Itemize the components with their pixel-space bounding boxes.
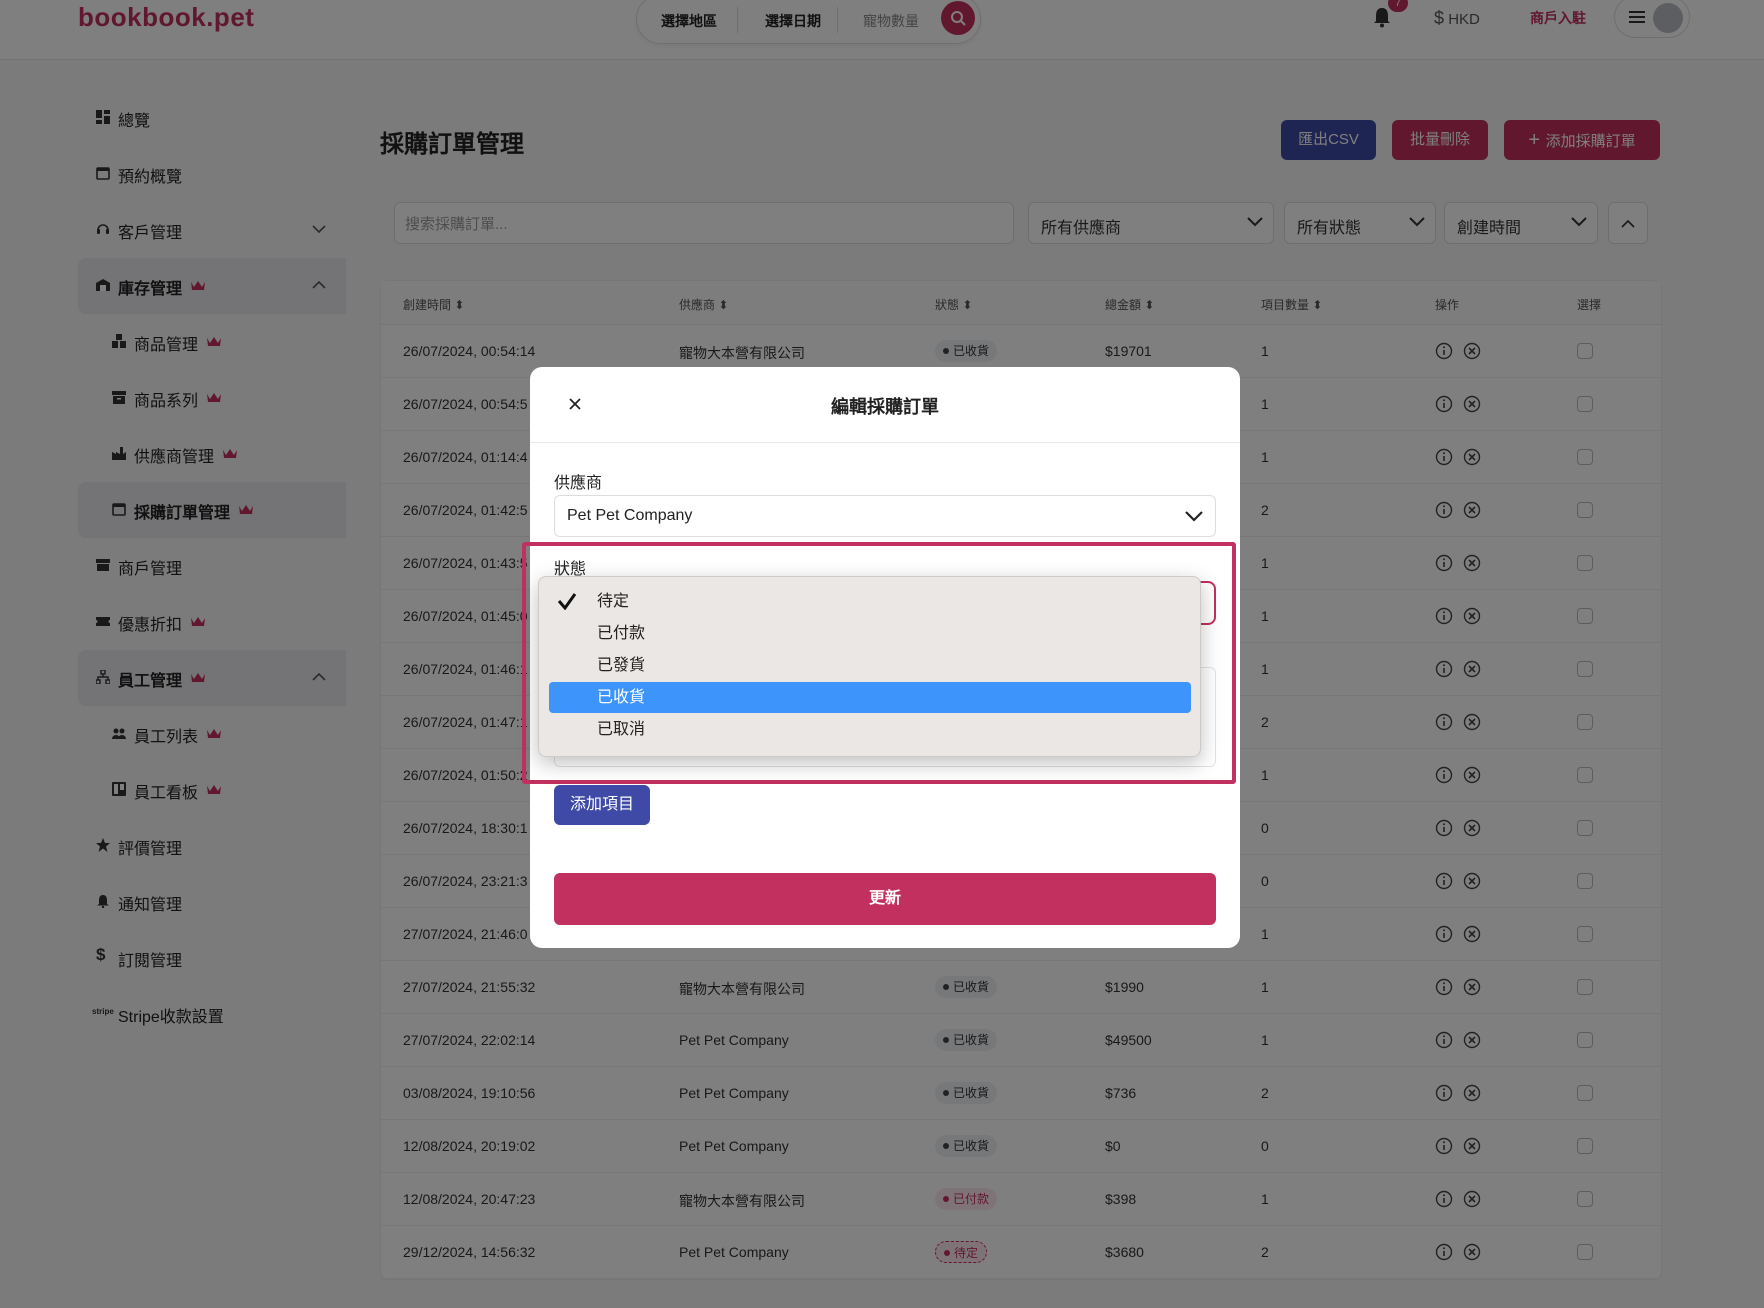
status-option-cancelled[interactable]: 已取消: [549, 714, 1191, 745]
status-option-received[interactable]: 已收貨: [549, 682, 1191, 713]
status-option-label: 已取消: [597, 721, 646, 738]
status-option-label: 已發貨: [597, 657, 646, 674]
chevron-down-icon: [1185, 511, 1203, 522]
status-option-label: 已付款: [597, 625, 646, 642]
supplier-label: 供應商: [554, 475, 603, 492]
status-option-label: 已收貨: [597, 689, 646, 706]
add-item-button[interactable]: 添加項目: [554, 785, 650, 825]
status-option-pending[interactable]: 待定: [549, 586, 1191, 617]
status-dropdown-menu: 待定 已付款 已發貨 已收貨 已取消: [538, 576, 1201, 757]
supplier-select[interactable]: Pet Pet Company: [554, 495, 1216, 537]
modal-title: 編輯採購訂單: [831, 397, 939, 417]
status-option-shipped[interactable]: 已發貨: [549, 650, 1191, 681]
update-button[interactable]: 更新: [554, 873, 1216, 925]
checkmark-icon: [557, 593, 577, 610]
status-option-label: 待定: [597, 593, 630, 610]
modal-header: 編輯採購訂單: [530, 367, 1240, 443]
supplier-select-value: Pet Pet Company: [567, 507, 693, 524]
status-option-paid[interactable]: 已付款: [549, 618, 1191, 649]
